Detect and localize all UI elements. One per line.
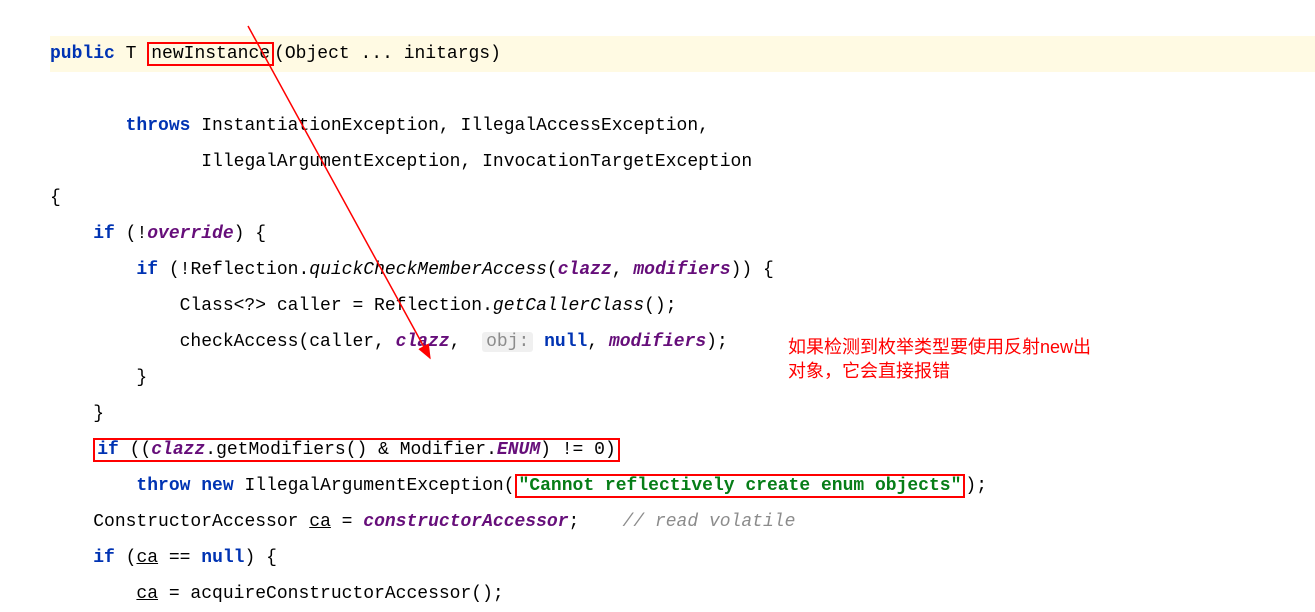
field-clazz: clazz [396,332,450,352]
comment: // read volatile [623,512,796,532]
field-modifiers: modifiers [633,260,730,280]
keyword-throw: throw [136,476,190,496]
keyword-null: null [544,332,587,352]
static-call: quickCheckMemberAccess [309,260,547,280]
annotation-text: 如果检测到枚举类型要使用反射new出 对象，它会直接报错 [788,335,1308,383]
keyword-new: new [201,476,233,496]
brace: { [50,188,61,208]
variable-ca: ca [136,548,158,568]
keyword-if: if [93,548,115,568]
variable-ca: ca [309,512,331,532]
field-constructorAccessor: constructorAccessor [363,512,568,532]
params: (Object ... initargs) [274,44,501,64]
return-type: T [126,44,137,64]
keyword-if: if [93,224,115,244]
brace: } [136,368,147,388]
keyword-public: public [50,44,115,64]
field-clazz: clazz [151,440,205,460]
exception: IllegalArgumentException, [201,152,471,172]
field-override: override [147,224,233,244]
field-clazz: clazz [558,260,612,280]
keyword-throws: throws [126,116,191,136]
exception: InvocationTargetException [482,152,752,172]
exception: InstantiationException, [201,116,449,136]
inlay-hint: obj: [482,332,533,352]
string-literal: "Cannot reflectively create enum objects… [519,476,962,496]
code-editor[interactable]: public T newInstance(Object ... initargs… [0,0,1315,612]
string-highlight-box: "Cannot reflectively create enum objects… [515,474,966,498]
highlighted-line: public T newInstance(Object ... initargs… [50,36,1315,72]
keyword-if: if [97,440,119,460]
enum-constant: ENUM [497,440,540,460]
static-call: getCallerClass [493,296,644,316]
method-name-highlight-box: newInstance [147,42,274,66]
keyword-if: if [136,260,158,280]
method-name: newInstance [151,44,270,64]
field-modifiers: modifiers [609,332,706,352]
if-highlight-box: if ((clazz.getModifiers() & Modifier.ENU… [93,438,620,462]
variable-ca: ca [136,584,158,604]
keyword-null: null [201,548,244,568]
brace: } [93,404,104,424]
exception: IllegalAccessException, [461,116,709,136]
